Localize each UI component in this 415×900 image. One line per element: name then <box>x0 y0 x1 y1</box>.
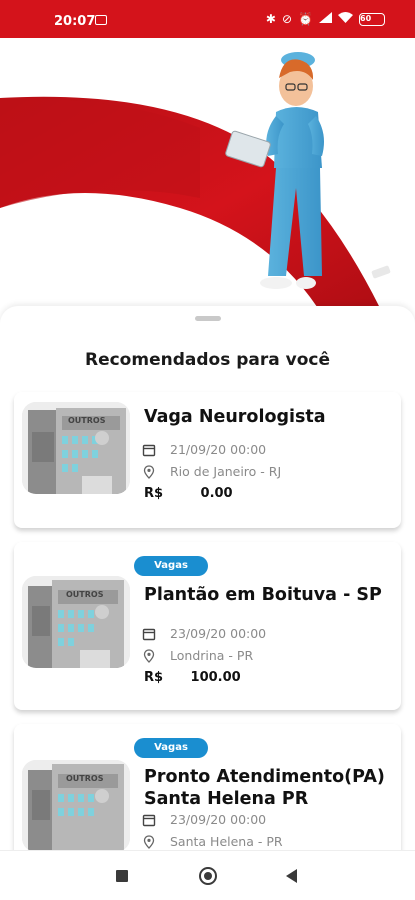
job-card[interactable]: OUTROS Vaga Neurologista 21/09/20 00:00 … <box>14 392 401 528</box>
location-pin-icon <box>143 464 155 479</box>
calendar-icon <box>142 444 156 456</box>
recommendations-sheet[interactable]: Recomendados para você OUTROS Vaga Neuro… <box>0 306 415 900</box>
system-nav-bar <box>0 850 415 900</box>
price-row: R$ 100.00 <box>144 670 241 685</box>
section-title: Recomendados para você <box>84 350 331 370</box>
image-label: OUTROS <box>66 590 104 599</box>
recents-button[interactable] <box>116 870 128 882</box>
location-row: Santa Helena - PR <box>142 834 283 849</box>
alarm-off-icon: ⊘ <box>281 12 293 26</box>
hero-banner <box>0 38 415 328</box>
signal-icon <box>319 12 332 26</box>
bluetooth-icon: ✱ <box>265 12 276 26</box>
job-location: Santa Helena - PR <box>170 834 283 849</box>
job-image: OUTROS <box>22 760 130 852</box>
wifi-icon <box>338 12 353 26</box>
job-title: Plantão em Boituva - SP <box>144 585 382 605</box>
image-label: OUTROS <box>68 416 106 425</box>
back-button[interactable] <box>286 869 297 883</box>
job-date: 23/09/20 00:00 <box>170 812 267 827</box>
screen-cast-icon <box>95 15 107 25</box>
home-button[interactable] <box>199 867 217 885</box>
status-bar: 20:07 ✱ ⊘ ⏰ 60 <box>0 0 415 38</box>
hero-illustration <box>0 52 415 328</box>
battery-icon: 60 <box>359 12 385 26</box>
status-icons: ✱ ⊘ ⏰ 60 <box>266 12 385 26</box>
location-row: Londrina - PR <box>142 648 253 663</box>
image-label: OUTROS <box>66 774 104 783</box>
date-row: 23/09/20 00:00 <box>142 812 266 827</box>
location-pin-icon <box>143 648 155 663</box>
alarm-icon: ⏰ <box>298 12 313 26</box>
price-value: 0.00 <box>200 486 233 501</box>
price-row: R$ 0.00 <box>144 486 233 501</box>
calendar-icon <box>142 814 156 826</box>
currency: R$ <box>144 486 164 501</box>
job-title-line1: Pronto Atendimento(PA) <box>144 767 385 787</box>
currency: R$ <box>144 670 164 685</box>
job-card[interactable]: Vagas OUTROS Plantão em Boituva - SP 23/… <box>14 542 401 710</box>
job-date: 21/09/20 00:00 <box>170 442 267 457</box>
job-location: Londrina - PR <box>170 648 254 663</box>
job-title: Vaga Neurologista <box>144 407 326 427</box>
date-row: 23/09/20 00:00 <box>142 626 266 641</box>
job-image: OUTROS <box>22 402 130 494</box>
job-image: OUTROS <box>22 576 130 668</box>
drag-handle[interactable] <box>195 316 221 321</box>
job-date: 23/09/20 00:00 <box>170 626 267 641</box>
job-title: Pronto Atendimento(PA) Santa Helena PR <box>144 766 385 810</box>
location-pin-icon <box>143 834 155 849</box>
category-badge: Vagas <box>134 738 208 758</box>
category-badge: Vagas <box>134 556 208 576</box>
job-location: Rio de Janeiro - RJ <box>170 464 282 479</box>
calendar-icon <box>142 628 156 640</box>
job-title-line2: Santa Helena PR <box>144 789 309 809</box>
status-time: 20:07 <box>54 14 96 29</box>
price-value: 100.00 <box>190 670 241 685</box>
date-row: 21/09/20 00:00 <box>142 442 266 457</box>
location-row: Rio de Janeiro - RJ <box>142 464 281 479</box>
